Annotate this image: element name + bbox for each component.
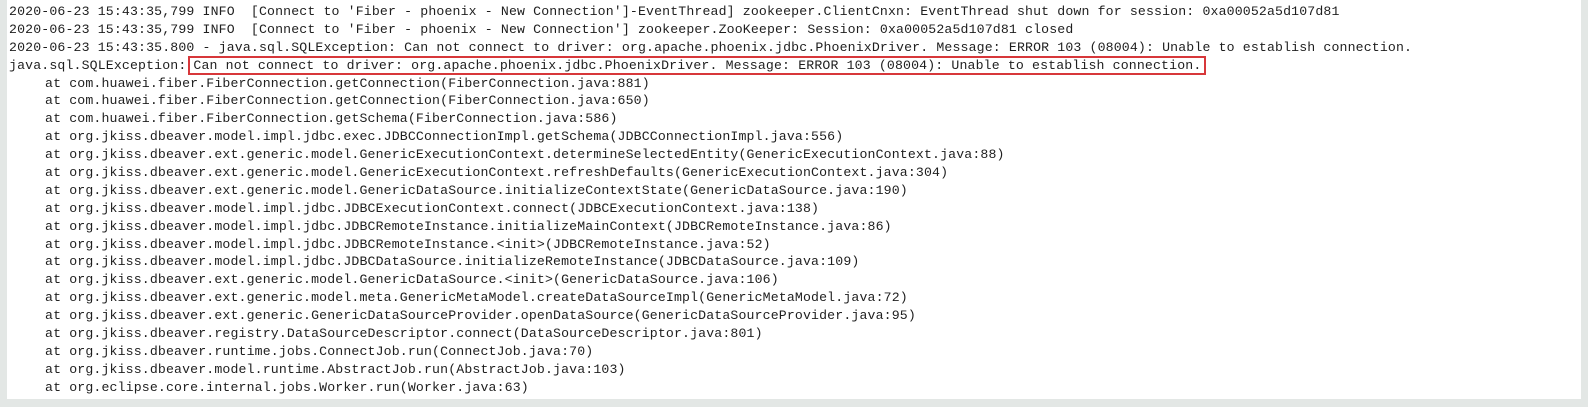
stack-trace-line: at org.jkiss.dbeaver.model.impl.jdbc.JDB… — [45, 218, 892, 234]
stack-trace-line: at org.jkiss.dbeaver.model.impl.jdbc.JDB… — [45, 254, 860, 270]
highlighted-exception-message: Can not connect to driver: org.apache.ph… — [188, 55, 1207, 75]
stack-trace-line: at org.jkiss.dbeaver.model.impl.jdbc.exe… — [45, 129, 844, 145]
stack-trace-line: at com.huawei.fiber.FiberConnection.getS… — [45, 111, 618, 127]
stack-trace-line: at com.huawei.fiber.FiberConnection.getC… — [45, 75, 650, 91]
stack-trace-line: at org.eclipse.core.internal.jobs.Worker… — [45, 379, 529, 395]
stack-trace-line: at org.jkiss.dbeaver.ext.generic.model.G… — [45, 147, 1005, 163]
log-lines: 2020-06-23 15:43:35,799 INFO [Connect to… — [9, 3, 1412, 397]
exception-line: java.sql.SQLException: Can not connect to… — [9, 55, 1412, 75]
exception-prefix: java.sql.SQLException: — [9, 57, 187, 73]
stack-trace-line: at com.huawei.fiber.FiberConnection.getC… — [45, 93, 650, 109]
stack-trace-line: at org.jkiss.dbeaver.registry.DataSource… — [45, 326, 763, 342]
stack-trace-line: at org.jkiss.dbeaver.model.impl.jdbc.JDB… — [45, 236, 771, 252]
stack-trace-line: at org.jkiss.dbeaver.model.impl.jdbc.JDB… — [45, 200, 820, 216]
stack-trace-line: at org.jkiss.dbeaver.runtime.jobs.Connec… — [45, 343, 594, 359]
stack-trace-line: at org.jkiss.dbeaver.ext.generic.model.G… — [45, 165, 949, 181]
log-line-session-closed: 2020-06-23 15:43:35,799 INFO [Connect to… — [9, 21, 1074, 37]
log-line-sql-exception: 2020-06-23 15:43:35.800 - java.sql.SQLEx… — [9, 39, 1413, 55]
stack-trace-line: at org.jkiss.dbeaver.ext.generic.model.G… — [45, 272, 779, 288]
stack-trace-line: at org.jkiss.dbeaver.ext.generic.Generic… — [45, 308, 916, 324]
stack-trace-line: at org.jkiss.dbeaver.ext.generic.model.m… — [45, 290, 908, 306]
log-output-panel[interactable]: 2020-06-23 15:43:35,799 INFO [Connect to… — [7, 0, 1581, 399]
log-line-eventthread-shutdown: 2020-06-23 15:43:35,799 INFO [Connect to… — [9, 4, 1340, 19]
stack-trace-line: at org.jkiss.dbeaver.model.runtime.Abstr… — [45, 361, 626, 377]
stack-trace-line: at org.jkiss.dbeaver.ext.generic.model.G… — [45, 182, 908, 198]
